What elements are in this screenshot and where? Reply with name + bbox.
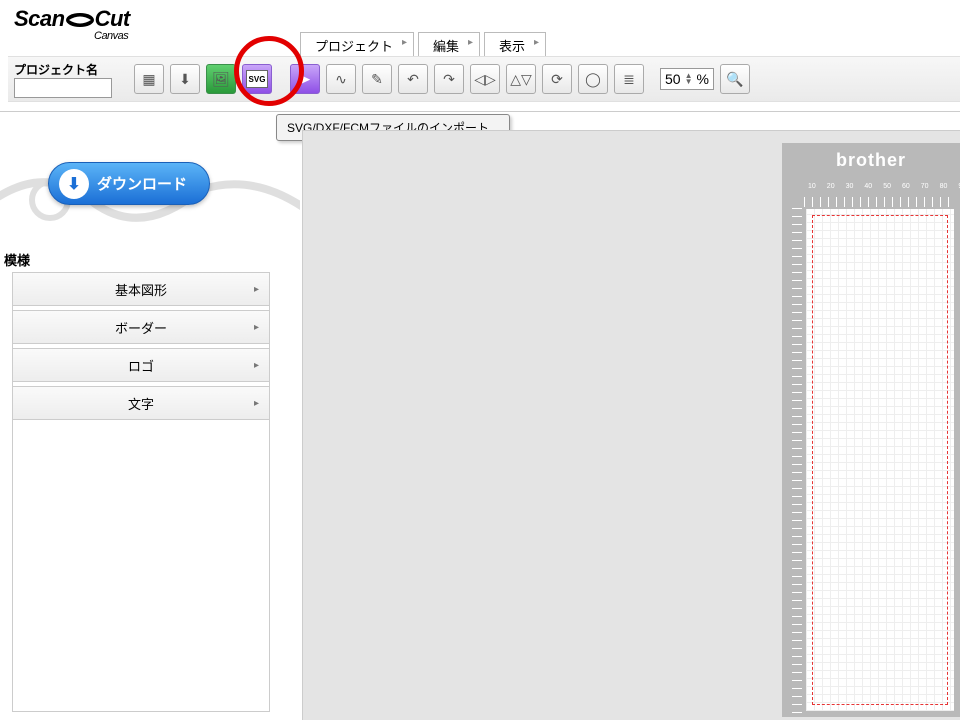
zoom-value: 50 [665,71,681,87]
accordion-text[interactable]: 文字 [13,386,269,420]
ruler-vertical [792,207,802,713]
left-panel: ⬇ ダウンロード 模様 基本図形 ボーダー ロゴ 文字 [0,150,300,720]
rotate-button[interactable]: ⟳ [542,64,572,94]
flip-h-icon: ◁▷ [474,71,496,88]
divider [0,111,960,112]
redo-icon: ↷ [443,71,455,88]
mat-grid [806,209,954,711]
save-button[interactable]: ⬇ [170,64,200,94]
project-name-block: プロジェクト名 [14,61,112,98]
menu-bar: プロジェクト 編集 表示 [300,32,546,59]
menu-project[interactable]: プロジェクト [300,32,414,59]
undo-button[interactable]: ↶ [398,64,428,94]
select-tool-button[interactable]: ➤ [290,64,320,94]
zoom-spinner[interactable]: ▲▼ [685,73,693,85]
accordion-border[interactable]: ボーダー [13,310,269,344]
align-button[interactable]: ≣ [614,64,644,94]
zoom-input[interactable]: 50 ▲▼ % [660,68,714,90]
pencil-icon: ✎ [371,71,383,88]
accordion-basic-shapes[interactable]: 基本図形 [13,272,269,306]
mat-size-button[interactable]: ▦ [134,64,164,94]
menu-view[interactable]: 表示 [484,32,546,59]
group-button[interactable]: ◯ [578,64,608,94]
download-button[interactable]: ⬇ ダウンロード [48,162,210,205]
project-name-input[interactable] [14,78,112,98]
patterns-section-label: 模様 [4,250,30,269]
flip-v-icon: △▽ [510,71,532,88]
ruler-horizontal [804,197,956,207]
project-name-label: プロジェクト名 [14,61,112,78]
menu-edit[interactable]: 編集 [418,32,480,59]
zoom-tool-button[interactable]: 🔍 [720,64,750,94]
cursor-icon: ➤ [299,71,311,88]
download-arrow-icon: ⬇ [59,169,89,199]
app-logo: Scan Cut Canvas [14,6,130,42]
path-icon: ∿ [335,71,347,88]
grid-icon: ▦ [142,71,155,88]
svg-icon: SVG [246,70,268,88]
path-tool-button[interactable]: ∿ [326,64,356,94]
align-icon: ≣ [623,71,635,88]
flip-h-button[interactable]: ◁▷ [470,64,500,94]
draw-tool-button[interactable]: ✎ [362,64,392,94]
toolbar: プロジェクト名 ▦ ⬇ 🖼 SVG ➤ ∿ ✎ ↶ ↷ ◁▷ △▽ ⟳ ◯ ≣ … [8,56,960,102]
logo-subtext: Canvas [94,30,130,42]
flip-v-button[interactable]: △▽ [506,64,536,94]
mat-surface: 10 20 30 40 50 60 70 80 90 [782,177,960,717]
ruler-numbers: 10 20 30 40 50 60 70 80 90 [808,183,960,190]
logo-text-2: Cut [95,6,130,31]
zoom-suffix: % [697,71,709,87]
rotate-icon: ⟳ [551,71,563,88]
image-trace-button[interactable]: 🖼 [206,64,236,94]
group-icon: ◯ [585,71,601,88]
mat-brand-bar: brother [782,143,960,177]
download-icon: ⬇ [179,71,191,88]
canvas-area[interactable]: brother 10 20 30 40 50 60 70 80 90 [302,130,960,720]
patterns-accordion: 基本図形 ボーダー ロゴ 文字 [12,272,270,712]
magnifier-icon: 🔍 [726,71,743,88]
undo-icon: ↶ [407,71,419,88]
logo-text-1: Scan [14,6,65,31]
image-icon: 🖼 [212,71,230,88]
redo-button[interactable]: ↷ [434,64,464,94]
cut-boundary [812,215,948,705]
mat-preview: brother 10 20 30 40 50 60 70 80 90 [782,143,960,717]
download-button-label: ダウンロード [97,176,187,193]
accordion-logo[interactable]: ロゴ [13,348,269,382]
svg-import-button[interactable]: SVG [242,64,272,94]
